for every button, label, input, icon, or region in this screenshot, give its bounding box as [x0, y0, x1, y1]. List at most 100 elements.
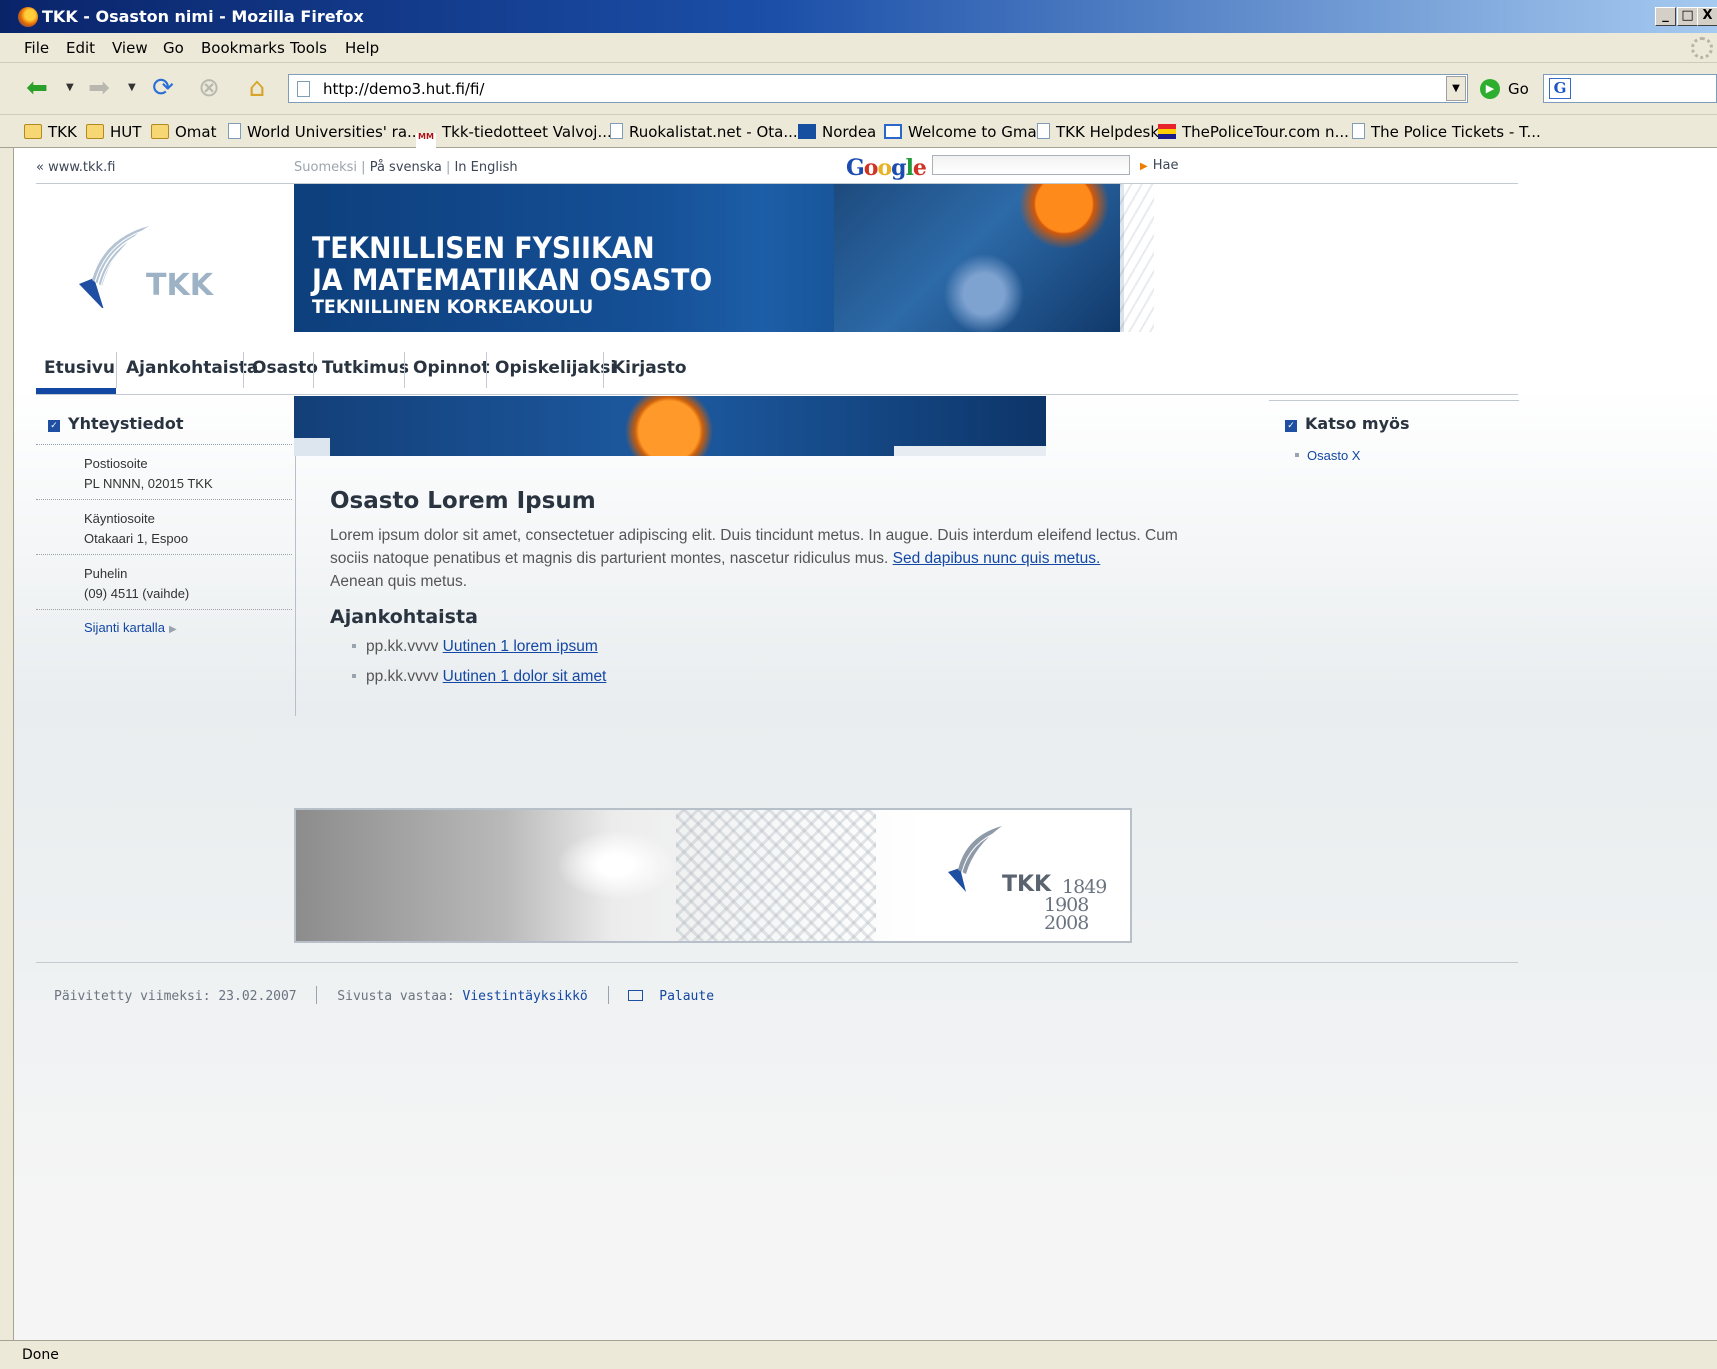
- navigation-toolbar: ⬅ ▼ ➡ ▼ ⟳ ⊗ ⌂ http://demo3.hut.fi/fi/ ▼ …: [0, 63, 1717, 115]
- menu-go[interactable]: Go: [163, 39, 184, 57]
- browser-window: TKK - Osaston nimi - Mozilla Firefox _ □…: [0, 0, 1717, 1369]
- page-footer: Päivitetty viimeksi: 23.02.2007 Sivusta …: [54, 986, 714, 1004]
- news-link[interactable]: Uutinen 1 lorem ipsum: [443, 638, 598, 655]
- see-also-link[interactable]: Osasto X: [1295, 448, 1360, 463]
- search-bar[interactable]: G: [1543, 74, 1717, 103]
- bookmark-tkk-helpdesk[interactable]: TKK Helpdesk: [1037, 123, 1159, 141]
- menu-bookmarks[interactable]: Bookmarks: [201, 39, 285, 57]
- reload-icon[interactable]: ⟳: [146, 71, 180, 105]
- menu-bar: File Edit View Go Bookmarks Tools Help: [0, 33, 1717, 63]
- tkk-wing-icon: [948, 826, 1002, 892]
- phone-number: Puhelin (09) 4511 (vaihde): [84, 566, 190, 601]
- last-updated: Päivitetty viimeksi: 23.02.2007: [54, 989, 297, 1004]
- page-icon: [1352, 123, 1365, 139]
- google-logo: Google: [846, 155, 927, 181]
- inline-link[interactable]: Sed dapibus nunc quis metus.: [893, 550, 1101, 567]
- news-item: pp.kk.vvvv Uutinen 1 dolor sit amet: [352, 668, 606, 686]
- language-switcher: Suomeksi | På svenska | In English: [294, 160, 518, 175]
- page-title: Osasto Lorem Ipsum: [330, 488, 596, 514]
- menu-edit[interactable]: Edit: [66, 39, 95, 57]
- map-link[interactable]: Sijanti kartalla ▶: [84, 620, 177, 635]
- close-button[interactable]: X: [1697, 7, 1717, 26]
- nav-etusivu[interactable]: Etusivu: [36, 358, 123, 378]
- feedback-link[interactable]: Palaute: [659, 989, 714, 1004]
- banner-subtitle: TEKNILLINEN KORKEAKOULU: [312, 296, 594, 318]
- news-heading: Ajankohtaista: [330, 606, 478, 628]
- site-search-button[interactable]: ▶ Hae: [1140, 158, 1178, 173]
- title-bar: TKK - Osaston nimi - Mozilla Firefox _ □…: [0, 0, 1717, 33]
- contact-heading[interactable]: ✓ Yhteystiedot: [48, 414, 184, 433]
- page-viewport: « www.tkk.fi Suomeksi | På svenska | In …: [14, 148, 1717, 1340]
- year-2008: 2008: [1044, 912, 1089, 934]
- see-also-heading[interactable]: ✓ Katso myös: [1285, 414, 1410, 433]
- responsible-label: Sivusta vastaa:: [337, 989, 455, 1004]
- bullet-icon: [1295, 453, 1299, 457]
- url-text[interactable]: http://demo3.hut.fi/fi/: [323, 80, 484, 98]
- tkk-logo[interactable]: TKK: [74, 218, 234, 318]
- page-icon: [297, 81, 310, 97]
- play-triangle-icon: ▶: [1140, 161, 1148, 172]
- nordea-icon: [798, 124, 816, 139]
- lang-suomeksi[interactable]: Suomeksi: [294, 160, 357, 175]
- menu-file[interactable]: File: [24, 39, 49, 57]
- stop-icon[interactable]: ⊗: [192, 71, 226, 105]
- bullet-icon: [352, 644, 356, 648]
- firefox-icon: [18, 7, 38, 27]
- folder-icon: [24, 124, 42, 139]
- menu-view[interactable]: View: [112, 39, 148, 57]
- responsible-link[interactable]: Viestintäyksikkö: [463, 989, 588, 1004]
- forward-arrow-icon[interactable]: ➡: [82, 71, 116, 105]
- department-banner: TEKNILLISEN FYSIIKAN JA MATEMATIIKAN OSA…: [294, 184, 1154, 332]
- bookmark-nordea[interactable]: Nordea: [798, 123, 876, 141]
- checkbox-icon: ✓: [1285, 420, 1297, 432]
- bookmark-police-tickets[interactable]: The Police Tickets - T...: [1352, 123, 1541, 141]
- police-icon: [1158, 124, 1176, 139]
- bookmark-folder-hut[interactable]: HUT: [86, 123, 141, 141]
- bookmark-world-universities[interactable]: World Universities' ra...: [228, 123, 421, 141]
- go-label: Go: [1508, 80, 1529, 98]
- bookmark-gmail[interactable]: Welcome to Gmail: [884, 123, 1045, 141]
- back-arrow-icon[interactable]: ⬅: [20, 71, 54, 105]
- bookmark-tkk-tiedotteet[interactable]: MM Tkk-tiedotteet Valvoj...: [416, 123, 612, 148]
- status-bar: Done: [0, 1340, 1717, 1369]
- bookmark-ruokalistat[interactable]: Ruokalistat.net - Ota...: [610, 123, 798, 141]
- news-link[interactable]: Uutinen 1 dolor sit amet: [443, 668, 607, 685]
- lang-svenska[interactable]: På svenska: [370, 160, 442, 175]
- page-icon: [610, 123, 623, 139]
- home-icon[interactable]: ⌂: [240, 71, 274, 105]
- menu-help[interactable]: Help: [345, 39, 379, 57]
- tkk-wing-icon: [79, 226, 149, 310]
- url-bar[interactable]: http://demo3.hut.fi/fi/ ▼: [288, 74, 1468, 103]
- banner-strip: [294, 396, 1046, 456]
- mail-icon: [628, 990, 644, 1001]
- intro-paragraph: Lorem ipsum dolor sit amet, consectetuer…: [330, 527, 1178, 590]
- url-history-dropdown-icon[interactable]: ▼: [1446, 76, 1466, 101]
- site-search-input[interactable]: [932, 155, 1130, 175]
- back-dropdown-icon[interactable]: ▼: [66, 82, 74, 93]
- nav-kirjasto[interactable]: Kirjasto: [604, 358, 695, 378]
- nav-tutkimus[interactable]: Tutkimus: [314, 358, 417, 378]
- google-engine-icon[interactable]: G: [1549, 78, 1571, 99]
- bookmark-folder-tkk[interactable]: TKK: [24, 123, 77, 141]
- chevron-right-icon: ▶: [168, 624, 177, 635]
- menu-tools[interactable]: Tools: [290, 39, 327, 57]
- news-item: pp.kk.vvvv Uutinen 1 lorem ipsum: [352, 638, 598, 656]
- bookmark-folder-omat[interactable]: Omat: [151, 123, 217, 141]
- postal-address: Postiosoite PL NNNN, 02015 TKK: [84, 456, 213, 491]
- status-text: Done: [22, 1347, 59, 1363]
- lang-english[interactable]: In English: [454, 160, 517, 175]
- bookmark-police-tour[interactable]: ThePoliceTour.com n...: [1158, 123, 1349, 141]
- minimize-button[interactable]: _: [1655, 7, 1676, 26]
- checkbox-icon: ✓: [48, 420, 60, 432]
- anniversary-banner: TKK 1849 1908 2008: [294, 808, 1132, 943]
- bookmarks-toolbar: TKK HUT Omat World Universities' ra... M…: [0, 115, 1717, 148]
- logo-text: TKK: [146, 268, 213, 303]
- forward-dropdown-icon[interactable]: ▼: [128, 82, 136, 93]
- back-to-tkk-link[interactable]: « www.tkk.fi: [36, 160, 115, 175]
- window-title: TKK - Osaston nimi - Mozilla Firefox: [42, 7, 364, 26]
- maximize-button[interactable]: □: [1677, 7, 1698, 26]
- mailman-icon: MM: [416, 133, 436, 148]
- visiting-address: Käyntiosoite Otakaari 1, Espoo: [84, 511, 189, 546]
- main-navigation: Etusivu Ajankohtaista Osasto Tutkimus Op…: [36, 344, 1518, 396]
- nav-opinnot[interactable]: Opinnot: [405, 358, 497, 378]
